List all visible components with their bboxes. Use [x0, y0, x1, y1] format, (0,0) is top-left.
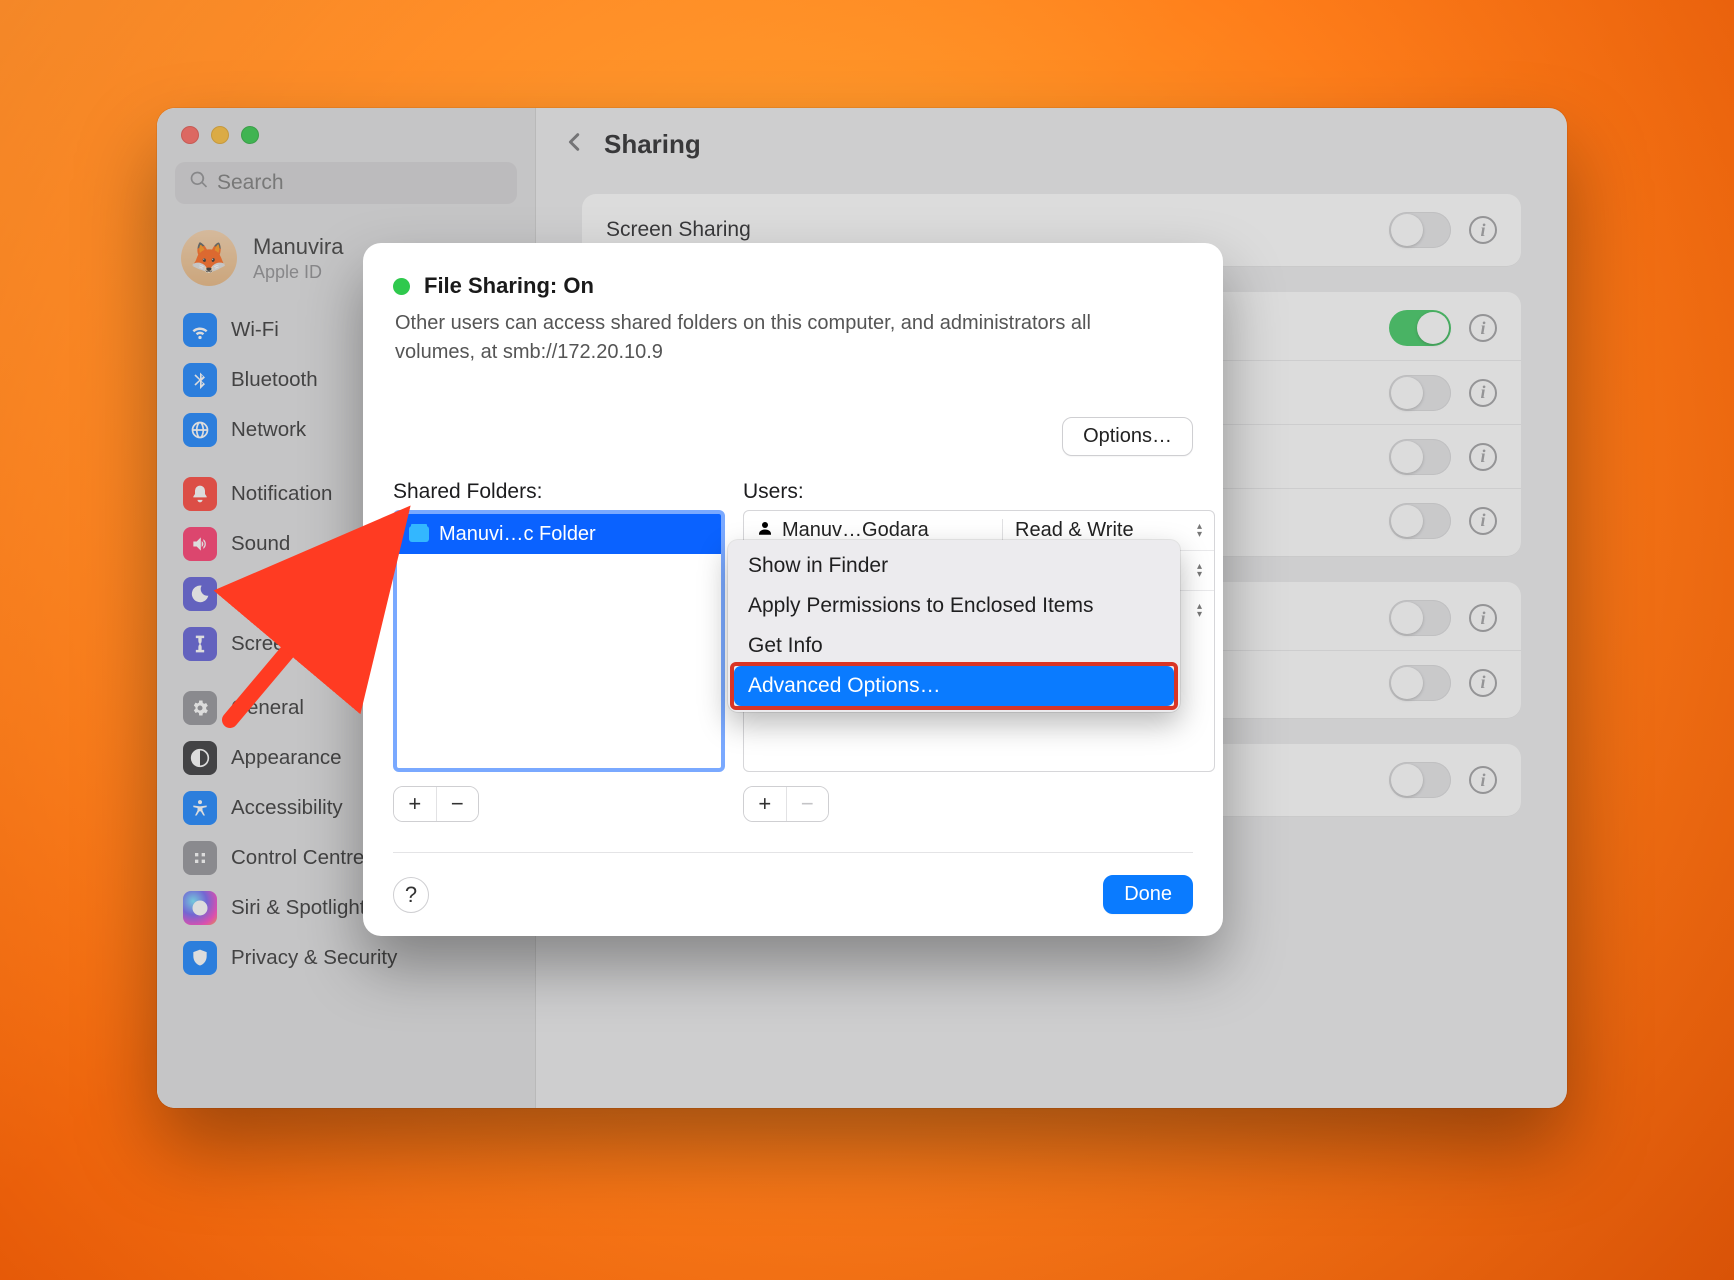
context-menu-item[interactable]: Get Info	[734, 626, 1174, 666]
info-icon[interactable]: i	[1469, 216, 1497, 244]
search-input[interactable]	[175, 162, 517, 204]
privacy-icon	[183, 941, 217, 975]
info-icon[interactable]: i	[1469, 443, 1497, 471]
stepper-icon[interactable]: ▴▾	[1197, 603, 1202, 619]
row-title: Screen Sharing	[606, 218, 751, 242]
focus-icon	[183, 577, 217, 611]
toggle[interactable]	[1389, 503, 1451, 539]
content-header: Sharing	[536, 108, 1567, 180]
profile-subtitle: Apple ID	[253, 262, 343, 283]
info-icon[interactable]: i	[1469, 314, 1497, 342]
sidebar-item-label: Sound	[231, 532, 290, 556]
page-title: Sharing	[604, 129, 701, 160]
context-menu-item[interactable]: Show in Finder	[734, 546, 1174, 586]
profile-name: Manuvira	[253, 234, 343, 260]
done-button[interactable]: Done	[1103, 875, 1193, 914]
bt-icon	[183, 363, 217, 397]
shared-folder-name: Manuvi…c Folder	[439, 523, 596, 546]
info-icon[interactable]: i	[1469, 669, 1497, 697]
siri-icon	[183, 891, 217, 925]
sidebar-item-label: Notification	[231, 482, 332, 506]
avatar: 🦊	[181, 230, 237, 286]
close-icon[interactable]	[181, 126, 199, 144]
window-controls	[157, 122, 535, 156]
wifi-icon	[183, 313, 217, 347]
toggle[interactable]	[1389, 212, 1451, 248]
access-icon	[183, 791, 217, 825]
toggle[interactable]	[1389, 600, 1451, 636]
shared-folders-label: Shared Folders:	[393, 480, 725, 504]
sidebar-item-label: Siri & Spotlight	[231, 896, 365, 920]
toggle[interactable]	[1389, 439, 1451, 475]
toggle[interactable]	[1389, 375, 1451, 411]
minimize-icon[interactable]	[211, 126, 229, 144]
users-label: Users:	[743, 480, 1215, 504]
search-icon	[189, 170, 209, 196]
context-menu: Show in FinderApply Permissions to Enclo…	[728, 540, 1180, 712]
notif-icon	[183, 477, 217, 511]
appear-icon	[183, 741, 217, 775]
back-button[interactable]	[564, 129, 586, 160]
sidebar-item-label: Appearance	[231, 746, 342, 770]
sidebar-item-label: Screen Time	[231, 632, 346, 656]
options-button[interactable]: Options…	[1062, 417, 1193, 456]
sidebar-item-privacy-security[interactable]: Privacy & Security	[171, 934, 521, 982]
stepper-icon[interactable]: ▴▾	[1197, 563, 1202, 579]
user-name: Manuv…Godara	[782, 519, 929, 542]
sheet-title: File Sharing: On	[424, 273, 594, 299]
info-icon[interactable]: i	[1469, 766, 1497, 794]
sidebar-item-label: General	[231, 696, 304, 720]
shared-folders-add-remove: + −	[393, 786, 479, 822]
toggle[interactable]	[1389, 310, 1451, 346]
sidebar-item-label: Focus	[231, 582, 287, 606]
shared-folders-column: Shared Folders: Manuvi…c Folder + −	[393, 480, 725, 822]
add-user-button[interactable]: +	[744, 787, 786, 821]
toggle[interactable]	[1389, 762, 1451, 798]
zoom-icon[interactable]	[241, 126, 259, 144]
info-icon[interactable]: i	[1469, 604, 1497, 632]
shared-folder-row[interactable]: Manuvi…c Folder	[397, 514, 721, 554]
sidebar-item-label: Bluetooth	[231, 368, 318, 392]
remove-shared-folder-button[interactable]: −	[436, 787, 479, 821]
sidebar-item-label: Accessibility	[231, 796, 343, 820]
info-icon[interactable]: i	[1469, 379, 1497, 407]
sidebar-item-label: Control Centre	[231, 846, 364, 870]
sidebar-item-label: Network	[231, 418, 306, 442]
net-icon	[183, 413, 217, 447]
user-privilege[interactable]: Read & Write	[1015, 519, 1134, 542]
stepper-icon[interactable]: ▴▾	[1197, 523, 1202, 539]
context-menu-item[interactable]: Advanced Options…	[734, 666, 1174, 706]
sidebar-item-label: Wi-Fi	[231, 318, 279, 342]
screen-icon	[183, 627, 217, 661]
help-button[interactable]: ?	[393, 877, 429, 913]
shared-folders-list[interactable]: Manuvi…c Folder	[393, 510, 725, 772]
control-icon	[183, 841, 217, 875]
search-field[interactable]	[217, 171, 503, 195]
info-icon[interactable]: i	[1469, 507, 1497, 535]
general-icon	[183, 691, 217, 725]
add-shared-folder-button[interactable]: +	[394, 787, 436, 821]
remove-user-button[interactable]: −	[786, 787, 829, 821]
sheet-description: Other users can access shared folders on…	[395, 309, 1175, 367]
person-icon	[756, 519, 774, 543]
status-on-icon	[393, 278, 410, 295]
users-add-remove: + −	[743, 786, 829, 822]
sound-icon	[183, 527, 217, 561]
sidebar-item-label: Privacy & Security	[231, 946, 397, 970]
context-menu-item[interactable]: Apply Permissions to Enclosed Items	[734, 586, 1174, 626]
folder-icon	[409, 526, 429, 542]
toggle[interactable]	[1389, 665, 1451, 701]
